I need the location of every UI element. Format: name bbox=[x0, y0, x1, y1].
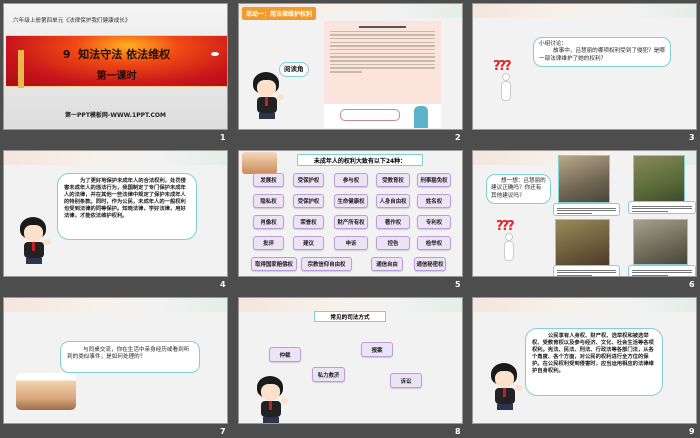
right-tag: 荣誉权 bbox=[293, 215, 324, 229]
slide-number: 6 bbox=[689, 280, 695, 289]
slide-number: 5 bbox=[455, 280, 461, 289]
right-tag: 申诉 bbox=[334, 236, 368, 250]
title-banner: 9 知法守法 依法维权 第一课时 bbox=[6, 35, 227, 88]
cartoon-boy-image bbox=[249, 72, 285, 120]
comic-caption-1 bbox=[553, 203, 620, 216]
right-tag: 专利权 bbox=[417, 215, 451, 229]
header-band bbox=[4, 151, 227, 165]
header-band bbox=[473, 4, 696, 18]
method-litigation: 诉讼 bbox=[390, 373, 422, 388]
slide-thumbnail-2[interactable]: 活动一：用法律维护权利 阅读角 bbox=[238, 3, 463, 130]
right-tag: 发展权 bbox=[253, 173, 284, 187]
cartoon-boy-image bbox=[487, 363, 523, 411]
method-arbitration: 仲裁 bbox=[269, 347, 301, 362]
right-tag: 受保护权 bbox=[293, 194, 324, 208]
right-tag: 批评 bbox=[253, 236, 284, 250]
teacher-illustration bbox=[324, 104, 441, 128]
right-tag: 参与权 bbox=[334, 173, 368, 187]
right-tag: 宗教信仰自由权 bbox=[301, 257, 352, 271]
kids-studying-image bbox=[16, 373, 76, 410]
discussion-bubble: 与同桌交流，你在生活中亲身经历或看到听到的类似事件，是如何处理的？ bbox=[60, 341, 200, 373]
right-tag: 隐私权 bbox=[253, 194, 284, 208]
comic-panel-3 bbox=[555, 219, 610, 267]
right-tag: 人身自由权 bbox=[376, 194, 410, 208]
slide-thumbnail-5[interactable]: 未成年人的权利大致有以下24种： 发展权 受保护权 参与权 受教育权 刑事豁免权隐私权受… bbox=[238, 150, 463, 277]
right-tag: 著作权 bbox=[376, 215, 410, 229]
right-tag: 受保护权 bbox=[293, 173, 324, 187]
right-tag: 控告 bbox=[376, 236, 410, 250]
story-text-image bbox=[324, 21, 441, 104]
question-figure-image: ??? bbox=[496, 219, 522, 263]
think-bubble: 想一想：吕慧丽的建议正确吗？你还有其他建议吗？ bbox=[486, 174, 551, 205]
comic-caption-4 bbox=[628, 265, 696, 276]
right-tag: 取得国家赔偿权 bbox=[251, 257, 297, 271]
slide-number: 7 bbox=[220, 427, 226, 436]
slide-number: 1 bbox=[220, 133, 226, 142]
right-tag: 通信秘密权 bbox=[414, 257, 446, 271]
header-band bbox=[239, 298, 462, 312]
slide-number: 2 bbox=[455, 133, 461, 142]
slide-number: 4 bbox=[220, 280, 226, 289]
header-band bbox=[4, 298, 227, 312]
right-tag: 通信自由 bbox=[371, 257, 403, 271]
slide-subtitle: 第一课时 bbox=[96, 71, 137, 82]
right-tag: 生命健康权 bbox=[334, 194, 368, 208]
slide-thumbnail-4[interactable]: 为了更好地保护未成年人的合法权利，处罚侵害未成年人的违法行为，我国制定了专门保护… bbox=[3, 150, 228, 277]
discussion-bubble: 小组讨论： 故事中，吕慧丽的哪项权利受到了侵犯？是哪一部法律维护了她的权利？ bbox=[533, 37, 671, 68]
comic-panel-4 bbox=[633, 219, 688, 265]
right-tag: 财产所有权 bbox=[334, 215, 368, 229]
slide-thumbnail-9[interactable]: 公民享有人身权、财产权、选举权和被选举权、受教育权以及参与经济、文化、社会生活等… bbox=[472, 297, 697, 424]
right-tag: 肖像权 bbox=[253, 215, 284, 229]
right-tag: 建议 bbox=[293, 236, 324, 250]
slide-number: 8 bbox=[455, 427, 461, 436]
comic-caption-2 bbox=[628, 201, 696, 214]
right-tag: 检举权 bbox=[417, 236, 451, 250]
right-tag: 姓名权 bbox=[417, 194, 451, 208]
right-tag: 刑事豁免权 bbox=[417, 173, 451, 187]
method-self-help: 私力救济 bbox=[312, 367, 345, 382]
site-label: 第一PPT模板网-WWW.1PPT.COM bbox=[65, 112, 166, 119]
kids-reading-image bbox=[242, 152, 277, 174]
method-report-case: 报案 bbox=[361, 342, 393, 357]
rights-title: 未成年人的权利大致有以下24种： bbox=[297, 154, 423, 166]
header-band bbox=[473, 298, 696, 312]
unit-label: 六年级上册第四单元《法律保护我们健康成长》 bbox=[13, 18, 131, 24]
discussion-text: 故事中，吕慧丽的哪项权利受到了侵犯？是哪一部法律维护了她的权利？ bbox=[539, 48, 665, 62]
slide-number: 9 bbox=[689, 427, 695, 436]
slide-number: 3 bbox=[689, 133, 695, 142]
text-bubble: 为了更好地保护未成年人的合法权利，处罚侵害未成年人的违法行为，我国制定了专门保护… bbox=[57, 173, 197, 240]
comic-panel-2 bbox=[633, 155, 685, 203]
slide-thumbnail-8[interactable]: 常见的司法方式 仲裁 报案 私力救济 诉讼 bbox=[238, 297, 463, 424]
comic-caption-3 bbox=[553, 265, 620, 276]
comic-panel-1 bbox=[558, 155, 610, 203]
cartoon-boy-image bbox=[253, 376, 289, 423]
slide-thumbnail-3[interactable]: 小组讨论： 故事中，吕慧丽的哪项权利受到了侵犯？是哪一部法律维护了她的权利？ ?… bbox=[472, 3, 697, 130]
text-bubble: 公民享有人身权、财产权、选举权和被选举权、受教育权以及参与经济、文化、社会生活等… bbox=[525, 328, 663, 396]
cartoon-boy-image bbox=[16, 217, 52, 265]
activity-label: 活动一：用法律维护权利 bbox=[242, 7, 317, 20]
slide-thumbnail-1[interactable]: 六年级上册第四单元《法律保护我们健康成长》 9 知法守法 依法维权 第一课时 第… bbox=[3, 3, 228, 130]
slide-title: 9 知法守法 依法维权 bbox=[62, 48, 171, 61]
slide-thumbnail-7[interactable]: 与同桌交流，你在生活中亲身经历或看到听到的类似事件，是如何处理的？ bbox=[3, 297, 228, 424]
methods-title: 常见的司法方式 bbox=[314, 311, 386, 322]
question-figure-image: ??? bbox=[493, 59, 519, 103]
slide-thumbnail-6[interactable]: 想一想：吕慧丽的建议正确吗？你还有其他建议吗？ ??? bbox=[472, 150, 697, 277]
right-tag: 受教育权 bbox=[376, 173, 410, 187]
